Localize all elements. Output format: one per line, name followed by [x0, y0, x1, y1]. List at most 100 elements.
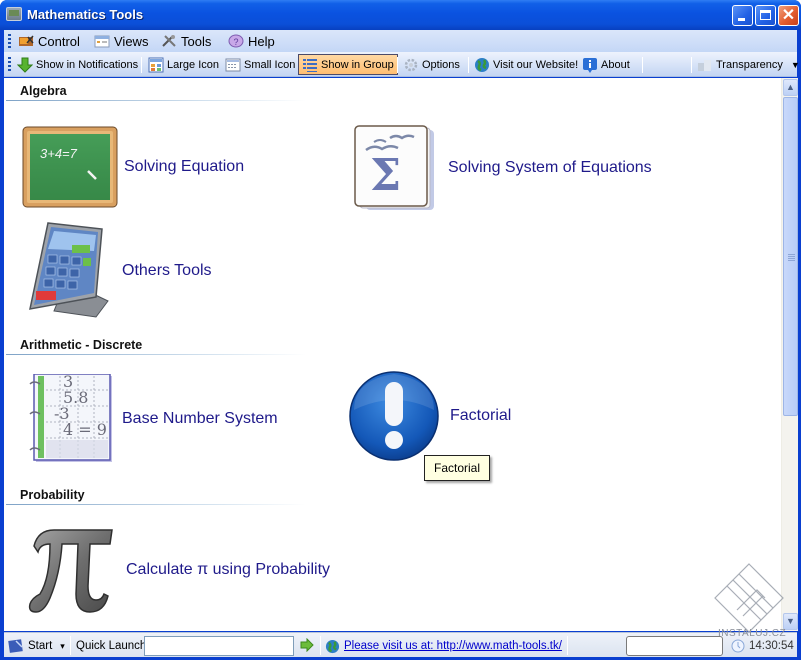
- menu-tools-label: Tools: [181, 33, 212, 49]
- statusbar-separator: [70, 636, 71, 655]
- large-icon-button[interactable]: Large Icon: [145, 54, 222, 75]
- minimize-button[interactable]: [732, 5, 753, 26]
- svg-text:?: ?: [234, 37, 239, 47]
- menu-tools[interactable]: Tools: [161, 32, 211, 50]
- tool-solving-system-of-equations[interactable]: Σ Solving System of Equations: [352, 124, 652, 212]
- toolbar-separator: [642, 57, 643, 73]
- notebook-numbers: 3 5.8 -3 4 = 9: [54, 374, 107, 438]
- tool-list: Algebra 3+4=7 Solving Equation Σ Solving…: [4, 78, 781, 631]
- download-arrow-icon: [16, 57, 34, 73]
- menu-views-label: Views: [114, 33, 149, 49]
- scrollbar-thumb[interactable]: [783, 97, 798, 416]
- toolbar: Show in Notifications Large Icon Small I…: [4, 52, 800, 77]
- tool-label: Solving System of Equations: [448, 159, 652, 176]
- app-icon: [6, 7, 22, 21]
- small-icon-view-icon: [225, 57, 241, 73]
- tool-label: Others Tools: [122, 262, 212, 279]
- chalkboard-icon: 3+4=7: [22, 126, 118, 208]
- transparency-dropdown[interactable]: Transparency ▼: [694, 54, 801, 75]
- exclamation-icon: [348, 370, 440, 462]
- globe-icon: [474, 57, 490, 73]
- pi-icon: [24, 524, 116, 616]
- tool-factorial[interactable]: Factorial: [348, 370, 511, 462]
- start-dropdown-icon[interactable]: ▾: [60, 641, 65, 652]
- app-window: Mathematics Tools ✕ Control Views Tools: [0, 0, 801, 660]
- notebook-numbers-icon: 3 5.8 -3 4 = 9: [26, 373, 114, 464]
- website-link[interactable]: Please visit us at: http://www.math-tool…: [325, 637, 562, 655]
- chevron-down-icon: ▼: [790, 59, 800, 70]
- globe-icon: [325, 639, 340, 654]
- large-icon-label: Large Icon: [167, 58, 219, 71]
- sigma-symbol: Σ: [370, 150, 402, 201]
- minimize-icon: [738, 18, 745, 21]
- tooltip: Factorial: [424, 455, 490, 481]
- toolbar-grip[interactable]: [8, 57, 11, 71]
- watermark-text: INSTALUJ.CZ: [718, 628, 787, 639]
- transparency-label: Transparency: [716, 58, 783, 71]
- maximize-button[interactable]: [755, 5, 776, 26]
- website-link-text[interactable]: Please visit us at: http://www.math-tool…: [344, 640, 562, 652]
- views-icon: [94, 34, 110, 48]
- start-icon: [8, 638, 24, 654]
- about-label: About: [601, 58, 630, 71]
- visit-website-label: Visit our Website!: [493, 58, 579, 71]
- chevron-up-icon: ▲: [786, 82, 795, 92]
- menu-control[interactable]: Control: [18, 32, 80, 50]
- toolbar-separator: [141, 57, 142, 73]
- tool-label: Factorial: [450, 407, 512, 424]
- control-icon: [18, 34, 34, 48]
- tool-others-tools[interactable]: Others Tools: [26, 221, 212, 321]
- statusbar-separator: [567, 636, 568, 655]
- gear-icon: [403, 57, 419, 73]
- menu-bar: Control Views Tools ? Help: [4, 30, 797, 52]
- options-button[interactable]: Options: [400, 54, 463, 75]
- large-icon-view-icon: [148, 57, 164, 73]
- tool-calculate-pi[interactable]: Calculate π using Probability: [24, 524, 330, 616]
- vertical-scrollbar[interactable]: ▲ ▼: [781, 78, 798, 631]
- show-in-notifications-button[interactable]: Show in Notifications: [14, 54, 141, 75]
- go-button[interactable]: [300, 637, 314, 655]
- tool-base-number-system[interactable]: 3 5.8 -3 4 = 9 Base Number System: [26, 373, 278, 464]
- scroll-up-button[interactable]: ▲: [783, 79, 798, 96]
- start-button[interactable]: Start ▾: [8, 637, 65, 655]
- tool-solving-equation[interactable]: 3+4=7 Solving Equation: [22, 126, 244, 208]
- about-button[interactable]: About: [579, 54, 633, 75]
- visit-website-button[interactable]: Visit our Website!: [471, 54, 581, 75]
- thumb-grip: [788, 253, 795, 255]
- thumb-grip: [788, 255, 795, 257]
- toolbar-separator: [397, 57, 398, 73]
- tools-icon: [161, 34, 177, 48]
- tool-label: Calculate π using Probability: [126, 561, 331, 578]
- group-divider: [6, 504, 306, 505]
- sigma-document-icon: Σ: [352, 124, 438, 212]
- window-title: Mathematics Tools: [27, 7, 144, 22]
- chevron-down-icon: ▼: [786, 616, 795, 626]
- show-in-group-button[interactable]: Show in Group: [298, 54, 398, 75]
- menu-help-label: Help: [248, 33, 275, 49]
- menubar-grip[interactable]: [8, 34, 11, 48]
- menu-control-label: Control: [38, 33, 80, 49]
- title-bar[interactable]: Mathematics Tools ✕: [0, 0, 801, 30]
- status-field[interactable]: [626, 636, 723, 656]
- thumb-grip: [788, 259, 795, 261]
- status-bar: Start ▾ Quick Launch Please visit us at:…: [4, 632, 797, 657]
- tool-label: Base Number System: [122, 410, 278, 427]
- group-view-icon: [302, 57, 318, 73]
- quick-launch-label: Quick Launch: [76, 640, 147, 652]
- menu-help[interactable]: ? Help: [228, 32, 275, 50]
- go-arrow-icon: [300, 637, 314, 655]
- maximize-icon: [760, 10, 771, 20]
- group-divider: [6, 354, 306, 355]
- group-header-arithmetic-discrete: Arithmetic - Discrete: [20, 338, 143, 352]
- close-button[interactable]: ✕: [778, 5, 799, 26]
- show-in-group-label: Show in Group: [321, 58, 394, 71]
- quick-launch-input[interactable]: [144, 636, 294, 656]
- thumb-grip: [788, 257, 795, 259]
- group-header-probability: Probability: [20, 488, 85, 502]
- clock-time: 14:30:54: [749, 640, 794, 652]
- small-icon-button[interactable]: Small Icon: [222, 54, 298, 75]
- toolbar-separator: [468, 57, 469, 73]
- group-header-algebra: Algebra: [20, 84, 67, 98]
- menu-views[interactable]: Views: [94, 32, 148, 50]
- info-icon: [582, 57, 598, 73]
